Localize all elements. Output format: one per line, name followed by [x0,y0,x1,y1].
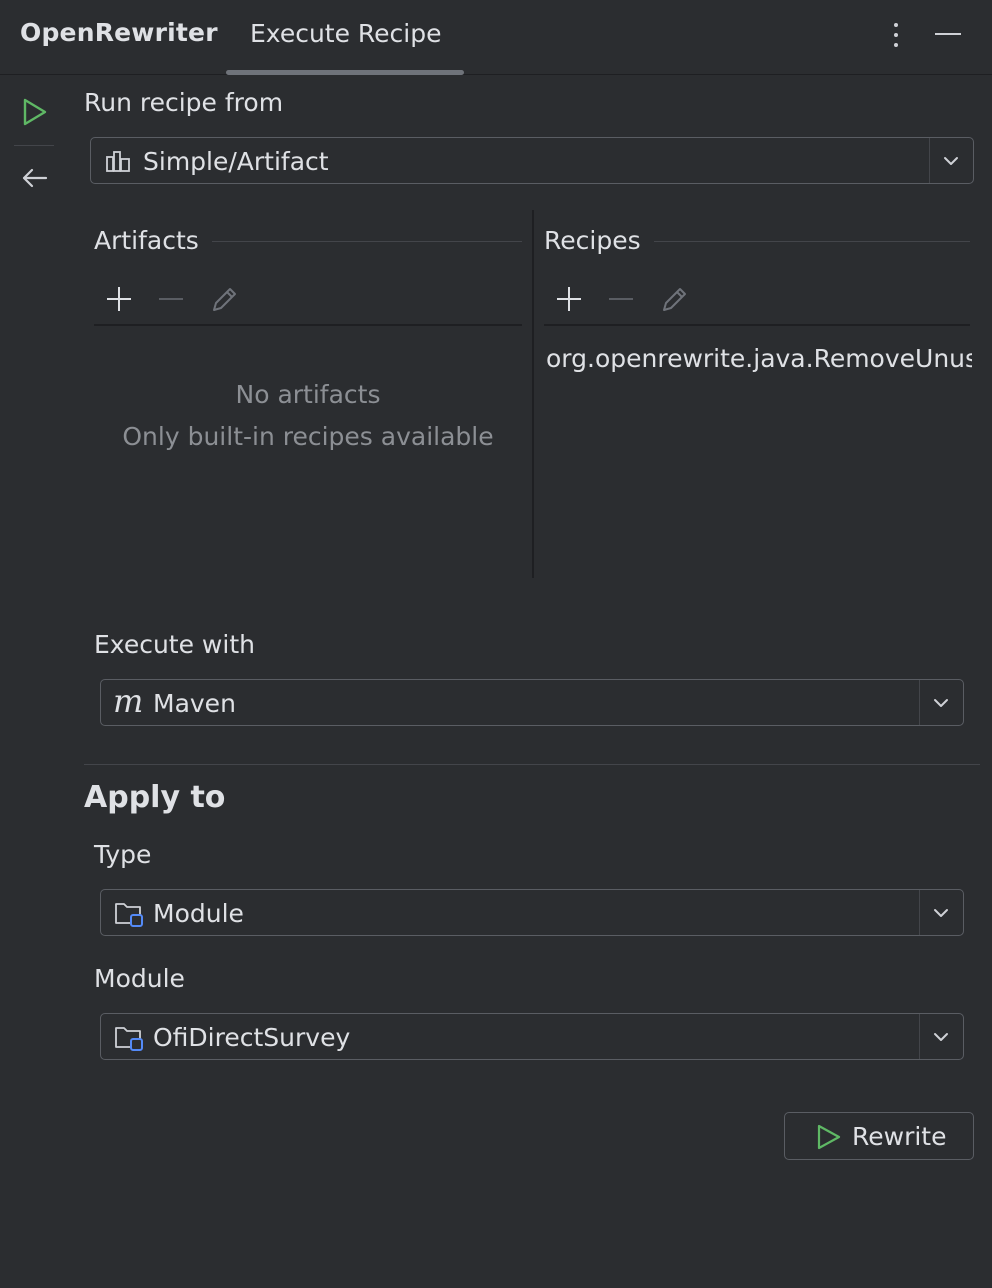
section-divider [84,764,980,765]
run-from-value: Simple/Artifact [143,147,329,176]
list-item[interactable]: org.openrewrite.java.RemoveUnus [544,340,972,380]
edit-icon[interactable] [208,284,240,316]
tab-label: Execute Recipe [250,19,442,48]
run-from-dropdown[interactable]: Simple/Artifact [90,137,974,184]
module-label: Module [94,964,185,993]
add-icon[interactable] [554,284,584,314]
minimize-icon [935,33,961,35]
execute-with-label: Execute with [94,630,255,659]
artifacts-title-divider [212,241,522,242]
app-title: OpenRewriter [20,18,218,47]
back-button[interactable] [14,158,54,198]
rewrite-button[interactable]: Rewrite [784,1112,974,1160]
more-vertical-icon [894,23,898,47]
library-icon [106,151,130,172]
module-value: OfiDirectSurvey [153,1023,351,1052]
minimize-button[interactable] [930,20,966,50]
type-value: Module [153,899,244,928]
active-tab-indicator [226,70,464,75]
artifacts-title: Artifacts [94,226,199,255]
add-icon[interactable] [104,284,134,314]
artifacts-empty-primary: No artifacts [235,380,381,409]
chevron-down-icon [934,699,948,707]
type-label: Type [94,840,152,869]
dropdown-divider [919,890,920,935]
more-options-button[interactable] [882,18,910,52]
toolbar-divider [14,145,54,146]
artifacts-empty-secondary: Only built-in recipes available [122,422,494,451]
dropdown-divider [919,680,920,725]
recipes-title-divider [654,241,970,242]
dropdown-divider [929,138,930,183]
rewrite-label: Rewrite [852,1122,947,1151]
module-folder-icon [115,903,143,927]
tab-execute-recipe[interactable]: Execute Recipe [226,0,464,75]
run-icon [23,98,47,126]
apply-to-title: Apply to [84,780,226,815]
back-arrow-icon [22,168,48,188]
module-dropdown[interactable]: OfiDirectSurvey [100,1013,964,1060]
execute-with-dropdown[interactable]: m Maven [100,679,964,726]
artifacts-list-border [94,324,522,326]
chevron-down-icon [944,157,958,165]
chevron-down-icon [934,1033,948,1041]
execute-with-value: Maven [153,689,236,718]
recipes-list-border [544,324,970,326]
run-button[interactable] [14,92,54,132]
panel-splitter[interactable] [532,210,534,578]
edit-icon[interactable] [658,284,690,316]
dropdown-divider [919,1014,920,1059]
remove-icon[interactable] [156,284,186,314]
remove-icon[interactable] [606,284,636,314]
recipe-name: org.openrewrite.java.RemoveUnus [546,344,972,373]
run-icon [817,1124,841,1150]
module-folder-icon [115,1027,143,1051]
maven-icon: m [113,682,144,720]
type-dropdown[interactable]: Module [100,889,964,936]
recipes-title: Recipes [544,226,641,255]
run-from-label: Run recipe from [84,88,284,117]
chevron-down-icon [934,909,948,917]
